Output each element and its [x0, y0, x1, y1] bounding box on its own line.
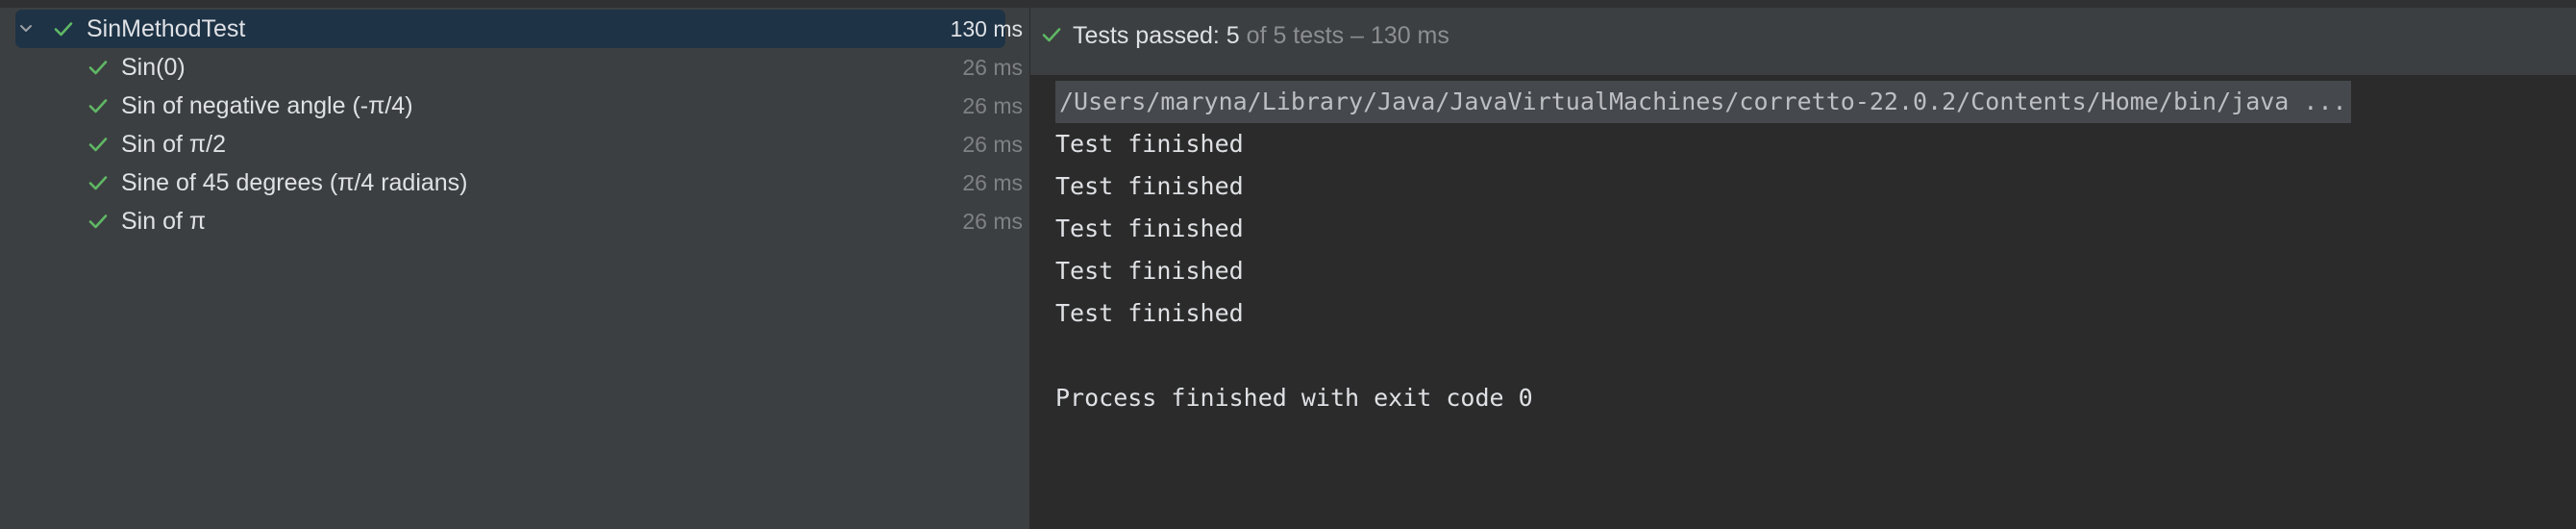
test-class-duration: 130 ms: [950, 16, 1023, 41]
console-line: Test finished: [1055, 299, 1244, 327]
console-command-line[interactable]: /Users/maryna/Library/Java/JavaVirtualMa…: [1055, 81, 2351, 123]
check-icon: [88, 61, 108, 75]
test-name: Sin(0): [121, 54, 186, 81]
check-icon: [88, 99, 108, 113]
check-icon: [54, 22, 73, 37]
console-output[interactable]: /Users/maryna/Library/Java/JavaVirtualMa…: [1030, 75, 2576, 529]
check-icon: [88, 138, 108, 152]
test-runner-window: SinMethodTest 130 ms Sin(0) 26 ms Sin of…: [0, 0, 2576, 529]
check-icon: [88, 214, 108, 229]
test-row[interactable]: Sin of π 26 ms: [0, 202, 1030, 240]
console-exit-line: Process finished with exit code 0: [1055, 384, 1533, 412]
test-row[interactable]: Sin of negative angle (-π/4) 26 ms: [0, 87, 1030, 125]
tree-root-row[interactable]: SinMethodTest 130 ms: [0, 10, 1030, 48]
tests-total-label: of 5 tests – 130 ms: [1239, 22, 1449, 49]
status-bar: Tests passed: 5 of 5 tests – 130 ms: [1030, 0, 2576, 75]
test-name: Sin of π: [121, 208, 207, 235]
test-class-name: SinMethodTest: [87, 15, 246, 42]
tree-top-border: [0, 0, 1030, 8]
test-duration: 26 ms: [962, 170, 1023, 195]
test-duration: 26 ms: [962, 55, 1023, 80]
console-line: Test finished: [1055, 130, 1244, 158]
test-name: Sin of negative angle (-π/4): [121, 92, 413, 119]
test-row[interactable]: Sine of 45 degrees (π/4 radians) 26 ms: [0, 164, 1030, 202]
console-panel: Tests passed: 5 of 5 tests – 130 ms /Use…: [1030, 0, 2576, 529]
test-status-summary: Tests passed: 5 of 5 tests – 130 ms: [1073, 8, 1449, 63]
test-duration: 26 ms: [962, 209, 1023, 234]
test-tree-panel: SinMethodTest 130 ms Sin(0) 26 ms Sin of…: [0, 0, 1030, 529]
console-line: Test finished: [1055, 172, 1244, 200]
test-name: Sin of π/2: [121, 131, 226, 158]
test-row[interactable]: Sin of π/2 26 ms: [0, 125, 1030, 164]
test-name: Sine of 45 degrees (π/4 radians): [121, 169, 468, 196]
console-line: Test finished: [1055, 214, 1244, 242]
test-duration: 26 ms: [962, 132, 1023, 157]
chevron-down-icon[interactable]: [16, 19, 36, 38]
test-duration: 26 ms: [962, 93, 1023, 118]
tests-passed-label: Tests passed: 5: [1073, 22, 1240, 49]
test-row[interactable]: Sin(0) 26 ms: [0, 48, 1030, 87]
check-icon: [1042, 28, 1061, 42]
check-icon: [88, 176, 108, 190]
console-line: Test finished: [1055, 257, 1244, 285]
